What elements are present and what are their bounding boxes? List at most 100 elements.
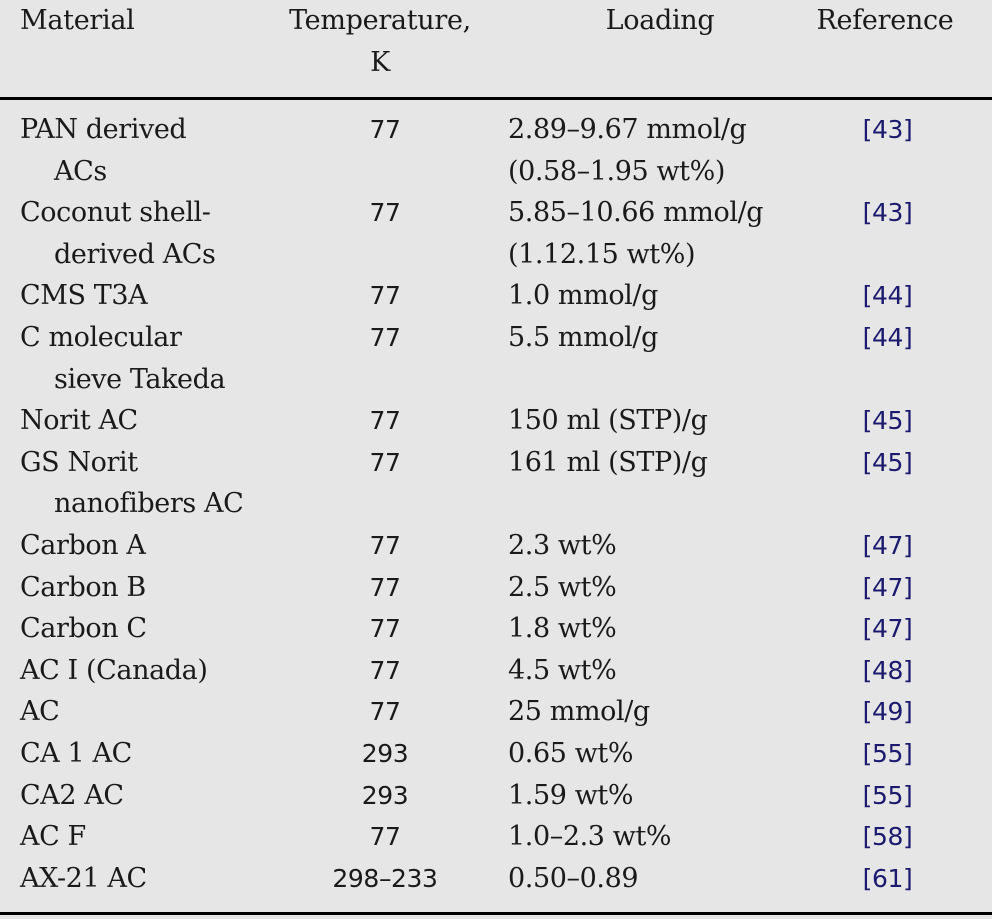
cell-material-line: C molecular (20, 321, 182, 353)
cell-material-line: CMS T3A (20, 280, 148, 312)
table-row: Carbon B 77 2.5 wt% [47] (0, 567, 992, 609)
table-row: GS Norit nanofibers AC 77 161 ml (STP)/g [45… (0, 442, 992, 525)
cell-material: GS Norit nanofibers AC (20, 442, 260, 525)
cell-loading: 2.5 wt% (508, 567, 808, 609)
reference-link[interactable]: [47] (820, 525, 955, 567)
table-row: Carbon C 77 1.8 wt% [47] (0, 608, 992, 650)
cell-loading: 1.59 wt% (508, 775, 808, 817)
cell-material-line: nanofibers AC (54, 488, 244, 520)
cell-material-line: Carbon B (20, 571, 146, 603)
header-temperature-line1: Temperature, (289, 5, 471, 36)
header-loading: Loading (605, 5, 715, 36)
cell-material: Coconut shell-derived ACs (20, 192, 260, 275)
cell-material-line: sieve Takeda (54, 363, 226, 395)
cell-loading-line: 2.5 wt% (508, 571, 617, 603)
table-row: AX-21 AC 298–233 0.50–0.89 [61] (0, 858, 992, 900)
cell-loading-line: 161 ml (STP)/g (508, 446, 708, 478)
cell-material-line: GS Norit (20, 446, 138, 478)
reference-link[interactable]: [61] (820, 858, 955, 900)
cell-loading-line: 2.89–9.67 mmol/g (508, 114, 747, 145)
cell-temperature: 77 (369, 697, 401, 727)
header-rule (0, 97, 992, 100)
cell-temperature: 77 (369, 198, 401, 228)
cell-temperature: 77 (369, 281, 401, 311)
table-body: PAN derived ACs 77 2.89–9.67 mmol/g (0.58–1.… (0, 109, 992, 899)
reference-link[interactable]: [45] (820, 400, 955, 442)
cell-material-line: AC (20, 696, 60, 728)
cell-loading: 161 ml (STP)/g (508, 442, 808, 484)
reference-link[interactable]: [44] (820, 275, 955, 317)
cell-material-line: Norit AC (20, 405, 138, 437)
cell-loading: 1.0 mmol/g (508, 275, 808, 317)
cell-loading-line: 1.59 wt% (508, 779, 634, 811)
cell-material-line: AC F (20, 821, 86, 853)
table-row: CA2 AC 293 1.59 wt% [55] (0, 775, 992, 817)
cell-material: AX-21 AC (20, 858, 260, 900)
cell-loading: 25 mmol/g (508, 691, 808, 733)
cell-temperature: 77 (369, 572, 401, 602)
reference-link[interactable]: [55] (820, 733, 955, 775)
header-temperature: Temperature, K (250, 0, 510, 83)
cell-loading-line: 150 ml (STP)/g (508, 405, 708, 437)
cell-material: Carbon C (20, 608, 260, 650)
cell-loading: 5.85–10.66 mmol/g (1.12.15 wt%) (508, 192, 808, 275)
reference-link[interactable]: [48] (820, 650, 955, 692)
cell-temperature: 77 (369, 406, 401, 436)
cell-loading: 2.89–9.67 mmol/g (0.58–1.95 wt%) (508, 109, 808, 192)
cell-material-line: PAN derived (20, 114, 187, 145)
table-row: CMS T3A 77 1.0 mmol/g [44] (0, 275, 992, 317)
cell-material-line: derived ACs (54, 238, 216, 270)
header-temperature-line2: K (370, 46, 390, 78)
reference-link[interactable]: [47] (820, 608, 955, 650)
cell-loading: 0.65 wt% (508, 733, 808, 775)
cell-material: Norit AC (20, 400, 260, 442)
bottom-rule (0, 912, 992, 915)
table-row: Coconut shell-derived ACs 77 5.85–10.66 mm… (0, 192, 992, 275)
reference-link[interactable]: [43] (820, 109, 955, 151)
cell-loading-line: 0.50–0.89 (508, 862, 639, 894)
cell-material: CA2 AC (20, 775, 260, 817)
cell-material-line: ACs (54, 155, 107, 187)
cell-loading-line: 5.85–10.66 mmol/g (508, 197, 764, 229)
cell-material: AC I (Canada) (20, 650, 260, 692)
cell-loading: 0.50–0.89 (508, 858, 808, 900)
table-row: AC F 77 1.0–2.3 wt% [58] (0, 816, 992, 858)
reference-link[interactable]: [47] (820, 567, 955, 609)
reference-link[interactable]: [43] (820, 192, 955, 234)
cell-material: Carbon B (20, 567, 260, 609)
cell-temperature: 298–233 (332, 863, 438, 893)
header-reference: Reference (816, 5, 954, 36)
reference-link[interactable]: [55] (820, 775, 955, 817)
cell-temperature: 293 (361, 780, 409, 810)
reference-link[interactable]: [44] (820, 317, 955, 359)
cell-temperature: 77 (369, 322, 401, 352)
cell-loading: 4.5 wt% (508, 650, 808, 692)
cell-loading-line: 2.3 wt% (508, 529, 617, 561)
cell-material: AC F (20, 816, 260, 858)
cell-material: AC (20, 691, 260, 733)
cell-temperature: 293 (361, 738, 409, 768)
reference-link[interactable]: [45] (820, 442, 955, 484)
reference-link[interactable]: [58] (820, 816, 955, 858)
cell-temperature: 77 (369, 614, 401, 644)
header-material: Material (20, 5, 135, 36)
table-row: AC 77 25 mmol/g [49] (0, 691, 992, 733)
cell-loading: 1.0–2.3 wt% (508, 816, 808, 858)
table-row: AC I (Canada) 77 4.5 wt% [48] (0, 650, 992, 692)
table-row: Carbon A 77 2.3 wt% [47] (0, 525, 992, 567)
cell-temperature: 77 (369, 822, 401, 852)
cell-loading-line: 1.8 wt% (508, 613, 617, 645)
cell-loading-line: 1.0–2.3 wt% (508, 821, 672, 853)
cell-material-line: Carbon A (20, 529, 146, 561)
cell-temperature: 77 (369, 530, 401, 560)
cell-loading-line: 5.5 mmol/g (508, 321, 658, 353)
cell-loading-line: 25 mmol/g (508, 696, 650, 728)
cell-loading: 5.5 mmol/g (508, 317, 808, 359)
cell-loading: 2.3 wt% (508, 525, 808, 567)
cell-material-line: AX-21 AC (20, 862, 147, 894)
cell-loading: 150 ml (STP)/g (508, 400, 808, 442)
cell-loading-line: (1.12.15 wt%) (508, 238, 696, 270)
cell-material-line: CA2 AC (20, 779, 124, 811)
reference-link[interactable]: [49] (820, 691, 955, 733)
table-row: C molecular sieve Takeda 77 5.5 mmol/g [44] (0, 317, 992, 400)
